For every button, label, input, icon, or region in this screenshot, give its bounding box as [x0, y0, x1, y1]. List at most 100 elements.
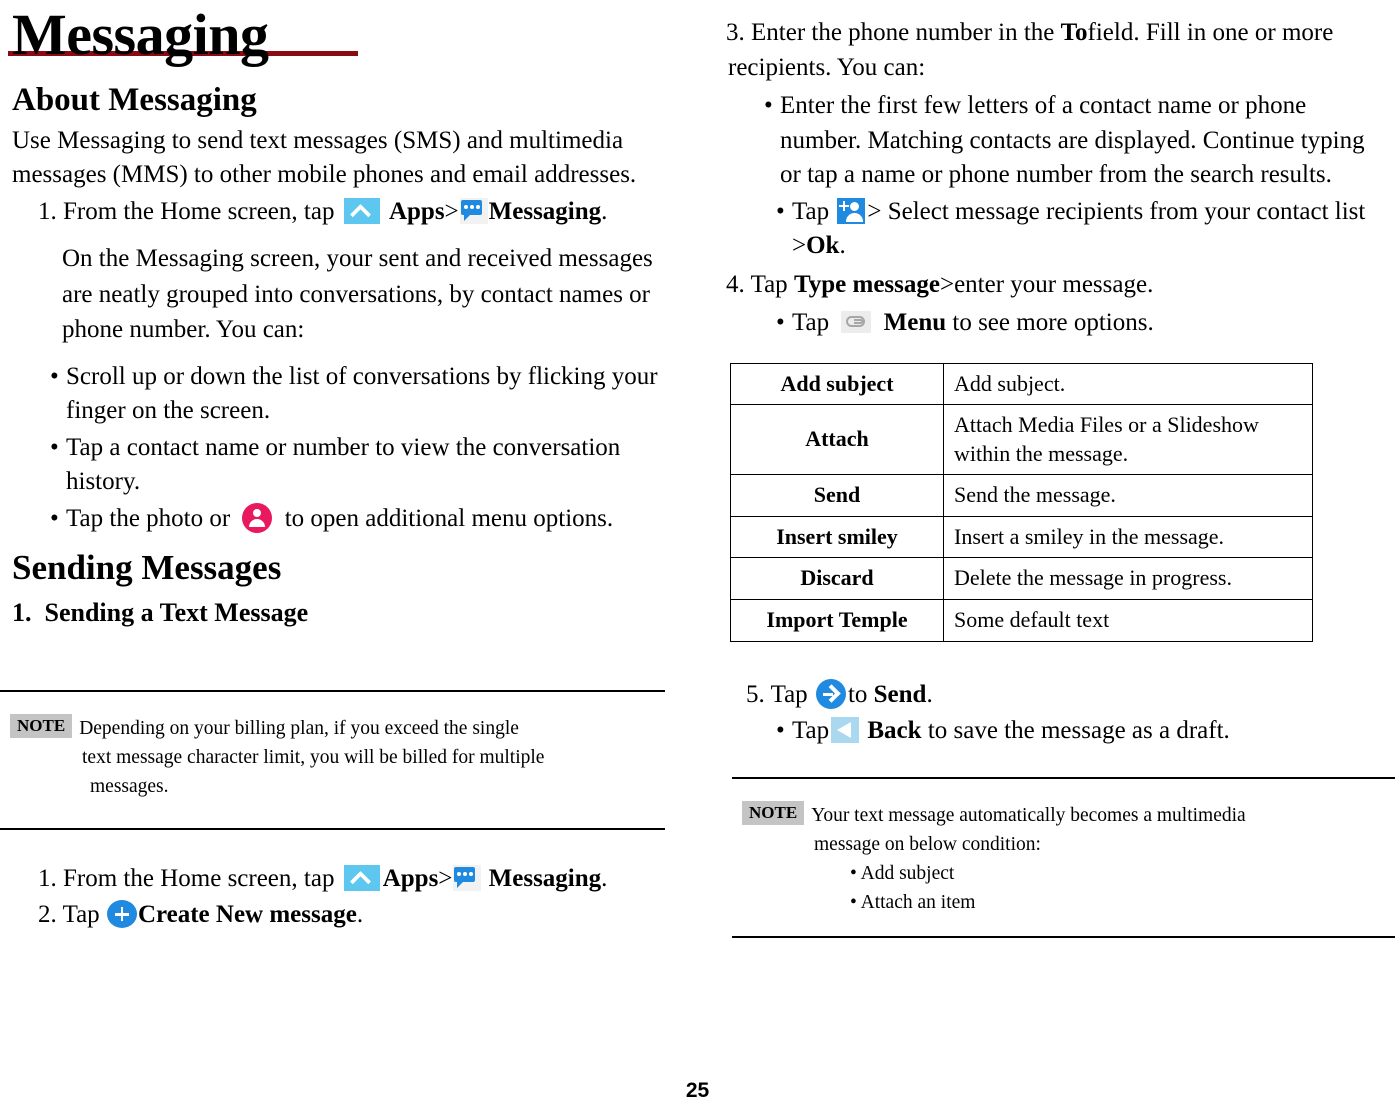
select-text-after: > Select message recipients from your co… — [792, 197, 1366, 260]
apps-label: Apps — [388, 197, 445, 225]
option-name: Discard — [730, 557, 944, 601]
ok-label: Ok — [806, 232, 840, 259]
about-step-1: 1. From the Home screen, tap Apps> Messag… — [0, 193, 700, 230]
table-row: Attach Attach Media Files or a Slideshow… — [730, 404, 1313, 476]
note-list-item: • Attach an item — [742, 888, 1385, 917]
list-item: • Enter the first few letters of a conta… — [764, 87, 1375, 193]
bullet-dot: • — [50, 362, 59, 390]
step-separator: > — [438, 864, 453, 892]
bullet-dot: • — [764, 92, 773, 119]
create-new-message-label: Create New message — [137, 901, 357, 929]
list-item-menu: • Tap Menu to see more options. — [776, 304, 1395, 341]
subsection-heading: 1. Sending a Text Message — [0, 591, 700, 628]
table-row: Send Send the message. — [730, 474, 1313, 517]
right-column: 3. Enter the phone number in the Tofield… — [700, 0, 1395, 1060]
list-item-text: Tap a contact name or number to view the… — [66, 433, 621, 496]
step-text-after: >enter your message. — [939, 270, 1154, 298]
list-item: • Tap a contact name or number to view t… — [50, 429, 700, 500]
note-text-line-2: text message character limit, you will b… — [82, 747, 545, 769]
plus-circle-icon — [106, 900, 137, 929]
chevron-up-icon — [343, 197, 380, 224]
select-text-before: Tap — [792, 197, 830, 225]
list-item-text: Tap Menu to see more options. — [792, 306, 1395, 341]
document-page: Messaging About Messaging Use Messaging … — [0, 0, 1395, 1111]
step-3-bullet-list: • Enter the first few letters of a conta… — [700, 85, 1395, 264]
about-bullet-list: • Scroll up or down the list of conversa… — [0, 348, 700, 537]
bullet-dot: • — [50, 433, 59, 461]
step-number: 1. — [38, 864, 57, 892]
table-row: Import Temple Some default text — [730, 599, 1313, 642]
option-description: Some default text — [943, 599, 1313, 642]
step-period: . — [601, 197, 608, 225]
subsection-number: 1. — [12, 597, 32, 627]
step-3: 3. Enter the phone number in the Tofield… — [700, 14, 1395, 85]
note-text-line-2: message on below condition: — [814, 833, 1041, 855]
table-row: Insert smiley Insert a smiley in the mes… — [730, 515, 1313, 559]
back-arrow-icon — [831, 717, 860, 744]
note-text-line-1: Your text message automatically becomes … — [811, 804, 1246, 826]
step-separator: > — [444, 197, 459, 225]
bullet-dot: • — [776, 197, 785, 225]
step-number: 2. — [38, 901, 57, 929]
note-box-billing: NOTE Depending on your billing plan, if … — [0, 689, 665, 830]
photo-text-before: Tap the photo or — [66, 504, 231, 532]
step-period: . — [356, 901, 364, 929]
person-circle-icon — [242, 502, 273, 533]
step-text: From the Home screen, tap — [63, 197, 335, 225]
option-name: Insert smiley — [730, 515, 944, 559]
step-text: From the Home screen, tap — [63, 864, 335, 892]
note-list-item-text: Add subject — [860, 863, 955, 885]
note-box-mms: NOTE Your text message automatically bec… — [732, 776, 1395, 938]
step-number: 5. — [746, 680, 765, 708]
option-description: Delete the message in progress. — [943, 557, 1313, 601]
step-text: Tap — [750, 270, 788, 298]
chevron-up-icon — [343, 864, 380, 891]
option-name: Send — [730, 474, 944, 517]
message-bubble-icon — [453, 864, 482, 891]
note-badge: NOTE — [742, 800, 805, 825]
message-bubble-icon — [459, 197, 488, 224]
step-number: 1. — [38, 197, 57, 225]
photo-text-after: to open additional menu options. — [284, 504, 614, 532]
note-badge: NOTE — [10, 713, 73, 738]
step-5-bullet: • Tap Back to save the message as a draf… — [700, 712, 1395, 749]
option-name: Attach — [730, 404, 944, 476]
menu-text-before: Tap — [792, 309, 830, 336]
menu-options-table: Add subject Add subject. Attach Attach M… — [730, 362, 1313, 642]
to-field-label: To — [1060, 19, 1088, 46]
apps-label: Apps — [382, 864, 439, 892]
list-item-text: Tap the photo or to open additional menu… — [66, 502, 700, 537]
step-number: 4. — [726, 270, 745, 298]
page-number: 25 — [685, 1079, 710, 1102]
option-description: Attach Media Files or a Slideshow within… — [943, 404, 1313, 476]
send-label: Send — [873, 680, 927, 708]
bullet-dot: • — [776, 717, 785, 745]
note-first-line: NOTE Depending on your billing plan, if … — [10, 713, 655, 743]
note-text-line-3: messages. — [90, 776, 169, 798]
note-first-line: NOTE Your text message automatically bec… — [742, 800, 1385, 830]
table-row: Add subject Add subject. — [730, 362, 1313, 406]
step-text: Tap — [770, 680, 808, 708]
add-person-icon — [837, 197, 866, 224]
bullet-dot: • — [776, 309, 785, 336]
type-message-label: Type message — [793, 270, 940, 298]
table-row: Discard Delete the message in progress. — [730, 557, 1313, 601]
step-4-bullet: • Tap Menu to see more options. — [700, 302, 1395, 341]
note-list-item: • Add subject — [742, 859, 1385, 888]
list-item-photo: • Tap the photo or to open additional me… — [50, 500, 700, 537]
step-4: 4. Tap Type message>enter your message. — [700, 264, 1395, 303]
step-text: Tap — [62, 901, 100, 929]
sending-step-2: 2. Tap Create New message. — [0, 896, 700, 933]
sending-step-1: 1. From the Home screen, tap Apps> Messa… — [0, 860, 700, 897]
option-description: Send the message. — [943, 474, 1313, 517]
option-name: Import Temple — [730, 599, 944, 642]
about-intro-text: Use Messaging to send text messages (SMS… — [12, 126, 637, 189]
bullet-dot: • — [850, 863, 857, 885]
messaging-label: Messaging — [488, 197, 602, 225]
back-label: Back — [867, 717, 922, 745]
list-item-text: Scroll up or down the list of conversati… — [66, 362, 658, 425]
step-text-a: Enter the phone number in the — [751, 19, 1055, 46]
list-item-back: • Tap Back to save the message as a draf… — [776, 712, 1395, 749]
list-item-text: Enter the first few letters of a contact… — [780, 92, 1365, 188]
list-item-select-recipients: • Tap > Select message recipients from y… — [764, 193, 1375, 264]
